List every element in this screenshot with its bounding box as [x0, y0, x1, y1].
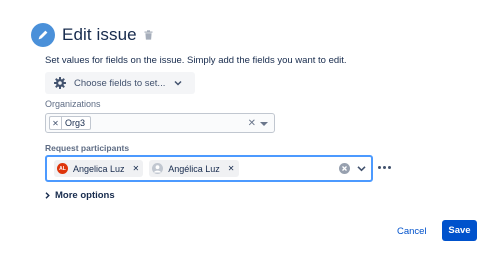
organizations-select[interactable]: ✕ Org3 ✕ [45, 113, 275, 133]
cancel-button[interactable]: Cancel [397, 221, 427, 241]
participant-chip-label: Angelica Luz [73, 163, 125, 174]
chevron-right-icon [45, 192, 50, 199]
pencil-icon [31, 23, 55, 47]
trash-icon[interactable] [144, 30, 153, 40]
more-options-label: More options [55, 190, 115, 201]
remove-chip-icon[interactable]: ✕ [133, 164, 140, 173]
caret-down-icon[interactable] [260, 122, 268, 126]
clear-icon[interactable]: ✕ [248, 118, 256, 129]
participant-chip: Angélica Luz ✕ [149, 160, 239, 177]
organization-chip-label: Org3 [65, 118, 86, 128]
gear-icon [54, 77, 66, 89]
avatar [152, 163, 164, 174]
choose-fields-button[interactable]: Choose fields to set... [45, 72, 195, 94]
remove-chip-icon[interactable]: ✕ [50, 117, 62, 129]
remove-chip-icon[interactable]: ✕ [228, 164, 235, 173]
chevron-down-icon [174, 80, 182, 86]
request-participants-select[interactable]: AL Angelica Luz ✕ Angélica Luz ✕ [45, 155, 373, 182]
chevron-down-icon[interactable] [356, 163, 367, 174]
organizations-label: Organizations [45, 99, 101, 109]
dialog-header: Edit issue [31, 22, 153, 48]
save-button[interactable]: Save [442, 220, 477, 241]
participant-chip-label: Angélica Luz [168, 163, 220, 174]
participant-chip: AL Angelica Luz ✕ [54, 160, 144, 177]
page-title: Edit issue [62, 25, 137, 44]
more-actions-icon[interactable] [378, 166, 391, 169]
clear-icon[interactable] [339, 163, 350, 174]
organization-chip: ✕ Org3 [49, 116, 92, 130]
avatar: AL [57, 163, 68, 174]
choose-fields-label: Choose fields to set... [74, 77, 166, 89]
more-options-toggle[interactable]: More options [45, 190, 115, 201]
dialog-description: Set values for fields on the issue. Simp… [45, 55, 347, 66]
request-participants-label: Request participants [45, 143, 130, 153]
